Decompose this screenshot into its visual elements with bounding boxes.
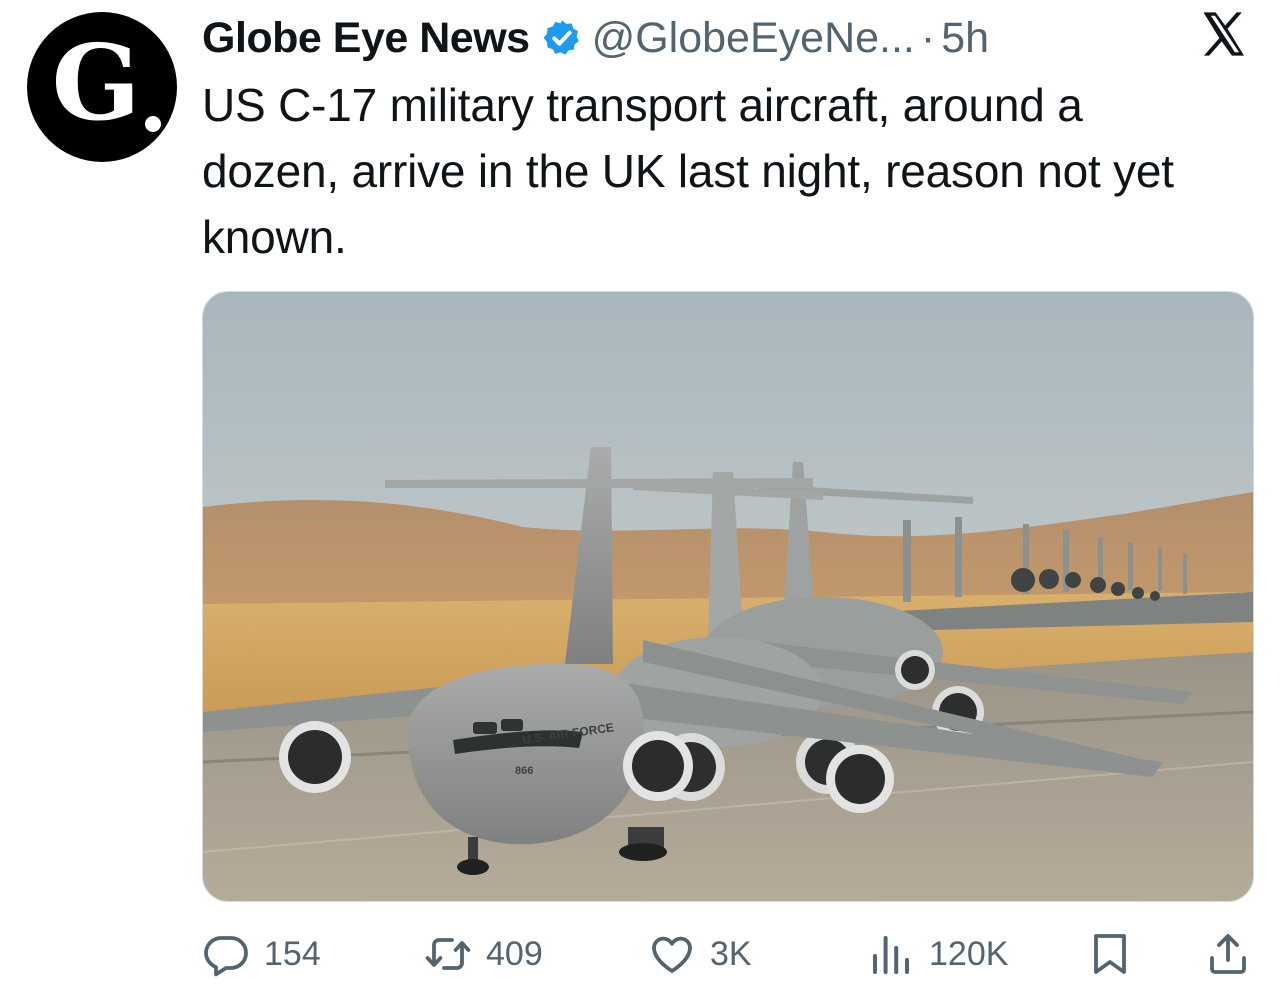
photo-tail-number: 866 xyxy=(515,765,533,777)
views-icon xyxy=(873,936,909,974)
bookmark-button[interactable] xyxy=(1086,928,1134,980)
header-separator: · xyxy=(920,13,936,62)
repost-button[interactable]: 409 xyxy=(424,928,543,980)
views-button[interactable]: 120K xyxy=(867,928,1008,980)
x-logo-icon[interactable] xyxy=(1197,8,1249,60)
repost-count: 409 xyxy=(486,934,543,973)
author-handle[interactable]: @GlobeEyeNe... xyxy=(592,14,915,63)
avatar-letter: G xyxy=(51,21,141,144)
share-button[interactable] xyxy=(1204,928,1252,980)
reply-count: 154 xyxy=(264,934,321,973)
tweet-header: Globe Eye News @GlobeEyeNe... · 5h xyxy=(202,10,989,66)
author-name[interactable]: Globe Eye News xyxy=(202,14,530,63)
like-count: 3K xyxy=(710,934,752,973)
reply-button[interactable]: 154 xyxy=(202,928,321,980)
avatar-logo-dot xyxy=(145,116,161,132)
views-count: 120K xyxy=(929,934,1009,973)
reply-icon xyxy=(204,936,248,977)
repost-icon xyxy=(425,938,471,970)
bookmark-icon xyxy=(1094,934,1126,974)
heart-icon xyxy=(652,936,692,973)
tweet-photo[interactable]: U.S. AIR FORCE 866 xyxy=(202,291,1254,902)
c17-aircraft-photo: U.S. AIR FORCE 866 xyxy=(203,292,1253,901)
like-button[interactable]: 3K xyxy=(648,928,752,980)
share-icon xyxy=(1210,934,1246,974)
author-avatar[interactable]: G xyxy=(27,12,177,162)
tweet-timestamp[interactable]: 5h xyxy=(941,14,989,63)
tweet-actions: 154 409 3K 120K xyxy=(202,928,1252,980)
verified-badge-icon xyxy=(543,20,579,55)
tweet-text: US C-17 military transport aircraft, aro… xyxy=(202,79,1174,263)
